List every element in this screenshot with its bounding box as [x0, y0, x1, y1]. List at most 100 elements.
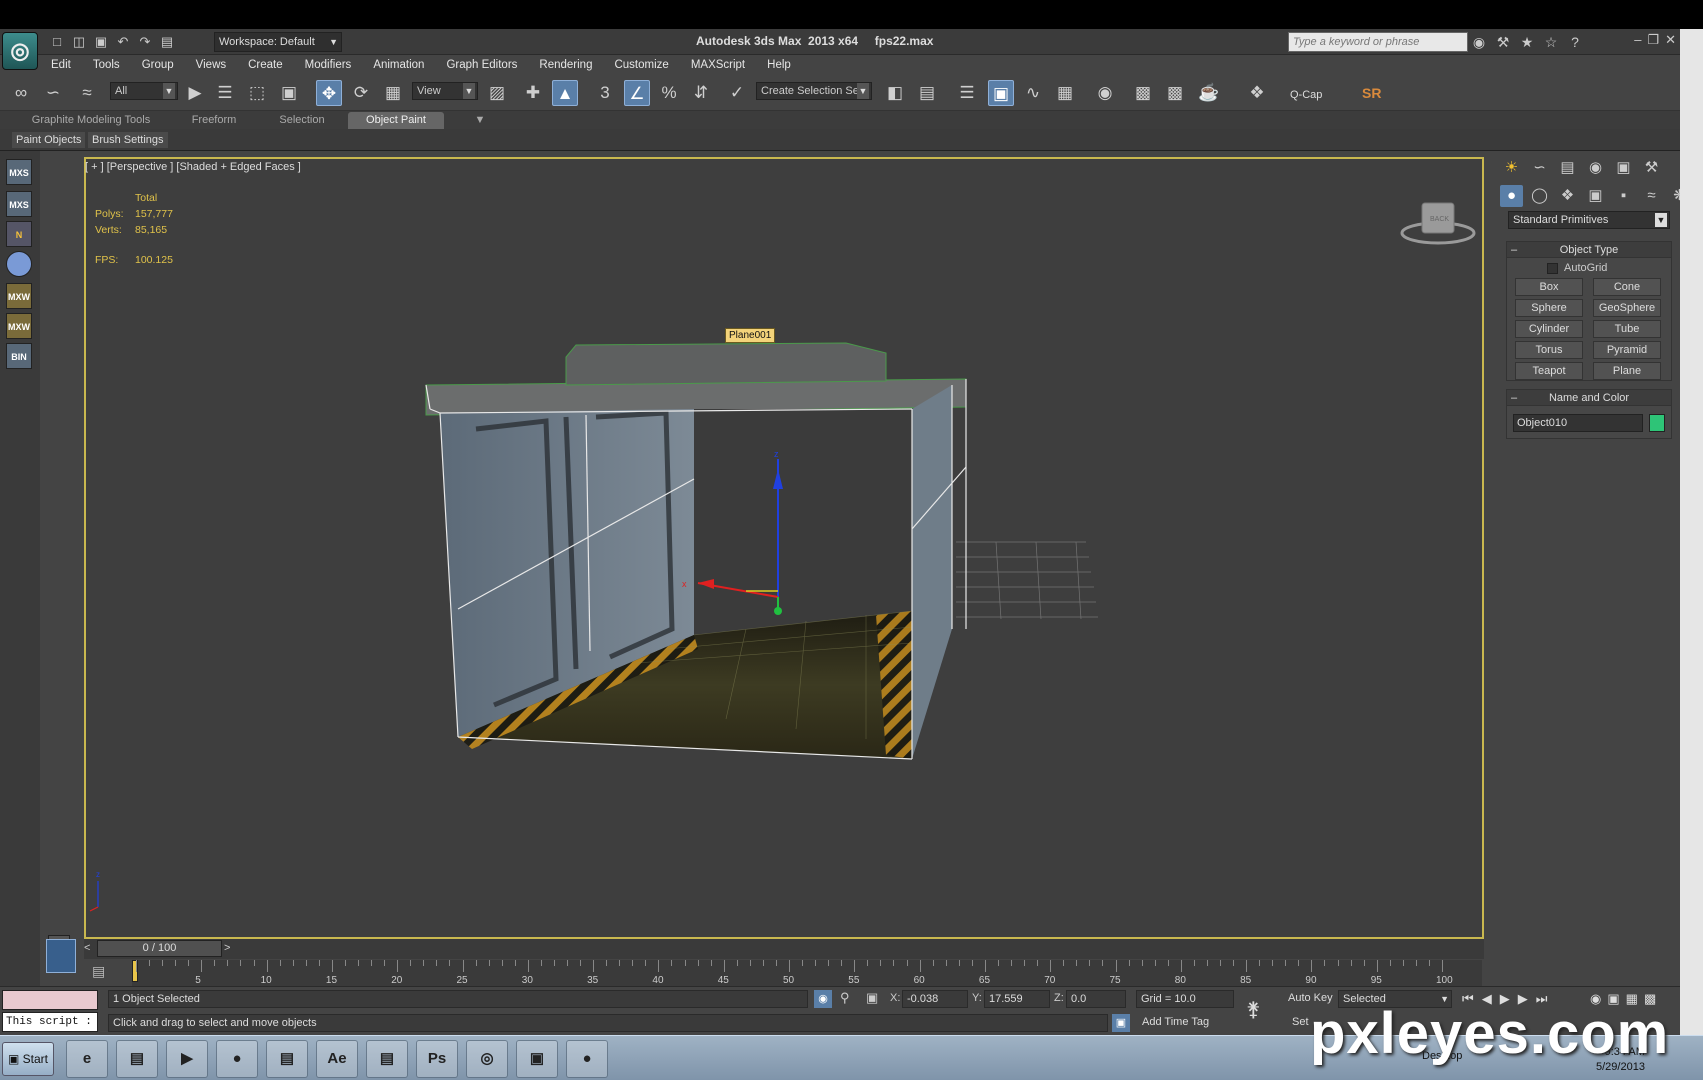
bin-tool-icon[interactable]: BIN — [6, 343, 32, 369]
select-and-rotate-icon[interactable]: ⟳ — [348, 80, 374, 106]
y-coord-input[interactable]: 17.559 — [984, 990, 1050, 1008]
save-icon[interactable]: ▣ — [92, 33, 110, 51]
reference-coordinate-dropdown[interactable]: View ▼ — [412, 82, 478, 100]
ribbon-options-icon[interactable]: ▼ — [466, 112, 494, 129]
geosphere-button[interactable]: GeoSphere — [1593, 299, 1661, 317]
project-folder-icon[interactable]: ▤ — [158, 33, 176, 51]
unlink-icon[interactable]: ∽ — [40, 80, 66, 106]
timeline-ruler[interactable]: 5 10 15 20 25 30 35 40 45 50 55 60 65 70 75 80 85 90 95 100 — [132, 960, 1482, 988]
geometry-icon[interactable]: ● — [1500, 185, 1523, 207]
plugin-icon[interactable]: ❖ — [1244, 80, 1270, 106]
bind-space-warp-icon[interactable]: ≈ — [74, 80, 100, 106]
edit-named-selection-icon[interactable]: ✓ — [724, 80, 750, 106]
minimize-icon[interactable]: – — [1634, 32, 1641, 48]
binoculars-icon[interactable]: ◉ — [1470, 33, 1488, 51]
percent-snap-icon[interactable]: % — [656, 80, 682, 106]
time-tag-icon[interactable]: ▣ — [1112, 1014, 1130, 1032]
window-crossing-icon[interactable]: ▣ — [276, 80, 302, 106]
set-key-button[interactable]: Set — [1292, 1016, 1309, 1028]
teapot-button[interactable]: Teapot — [1515, 362, 1583, 380]
tube-button[interactable]: Tube — [1593, 320, 1661, 338]
space-warps-icon[interactable]: ≈ — [1640, 185, 1663, 207]
display-panel-icon[interactable]: ▣ — [1612, 157, 1635, 179]
taskbar-app-notes[interactable]: ▤ — [266, 1040, 308, 1078]
menu-help[interactable]: Help — [756, 55, 802, 75]
app-logo-button[interactable]: ◎ — [2, 32, 38, 70]
mxw-tool-2-icon[interactable]: MXW — [6, 313, 32, 339]
keyboard-shortcut-override-icon[interactable]: ▲ — [552, 80, 578, 106]
set-key-icon[interactable]: ⚵ — [1246, 997, 1261, 1022]
paint-objects-panel[interactable]: Paint Objects — [12, 132, 86, 148]
pivot-center-icon[interactable]: ▨ — [484, 80, 510, 106]
taskbar-app-remote[interactable]: ▣ — [516, 1040, 558, 1078]
cone-button[interactable]: Cone — [1593, 278, 1661, 296]
box-button[interactable]: Box — [1515, 278, 1583, 296]
cylinder-button[interactable]: Cylinder — [1515, 320, 1583, 338]
tab-freeform[interactable]: Freeform — [176, 112, 252, 129]
tools-icon[interactable]: ⚒ — [1494, 33, 1512, 51]
lights-icon[interactable]: ❖ — [1556, 185, 1579, 207]
snaps-toggle-icon[interactable]: 3 — [592, 80, 618, 106]
layer-manager-icon[interactable]: ☰ — [954, 80, 980, 106]
select-and-scale-icon[interactable]: ▦ — [380, 80, 406, 106]
isolate-selection-icon[interactable]: ◉ — [814, 990, 832, 1008]
tab-selection[interactable]: Selection — [264, 112, 340, 129]
x-coord-input[interactable]: -0.038 — [902, 990, 968, 1008]
torus-button[interactable]: Torus — [1515, 341, 1583, 359]
taskbar-app-firefox[interactable]: ● — [216, 1040, 258, 1078]
script-input[interactable]: This script : — [2, 1012, 98, 1032]
restore-icon[interactable]: ❐ — [1647, 32, 1659, 48]
time-slider[interactable]: 0 / 100 — [97, 940, 222, 957]
hierarchy-panel-icon[interactable]: ▤ — [1556, 157, 1579, 179]
sphere-button[interactable]: Sphere — [1515, 299, 1583, 317]
utilities-panel-icon[interactable]: ⚒ — [1640, 157, 1663, 179]
motion-panel-icon[interactable]: ◉ — [1584, 157, 1607, 179]
tab-graphite-modeling-tools[interactable]: Graphite Modeling Tools — [26, 112, 156, 129]
mini-curve-editor-icon[interactable] — [46, 939, 76, 973]
named-selection-set-dropdown[interactable]: Create Selection Se ▼ — [756, 82, 872, 100]
spinner-snap-icon[interactable]: ⇵ — [688, 80, 714, 106]
name-color-header[interactable]: – Name and Color — [1507, 390, 1671, 406]
redo-icon[interactable]: ↷ — [136, 33, 154, 51]
time-cursor[interactable] — [132, 960, 138, 982]
curve-editor-icon[interactable]: ∿ — [1020, 80, 1046, 106]
modify-panel-icon[interactable]: ∽ — [1528, 157, 1551, 179]
q-cap-button[interactable]: Q-Cap — [1290, 89, 1322, 101]
n-tool-icon[interactable]: N — [6, 221, 32, 247]
tab-object-paint[interactable]: Object Paint — [348, 112, 444, 129]
menu-customize[interactable]: Customize — [603, 55, 679, 75]
taskbar-app-media-player[interactable]: ▶ — [166, 1040, 208, 1078]
menu-views[interactable]: Views — [185, 55, 237, 75]
menu-animation[interactable]: Animation — [362, 55, 435, 75]
key-filter-icon[interactable]: ▤ — [92, 963, 105, 980]
cameras-icon[interactable]: ▣ — [1584, 185, 1607, 207]
perspective-viewport[interactable]: z x z BACK — [84, 157, 1484, 939]
link-icon[interactable]: ∞ — [8, 80, 34, 106]
select-manipulate-icon[interactable]: ✚ — [520, 80, 546, 106]
select-object-icon[interactable]: ▶ — [182, 80, 208, 106]
start-button[interactable]: ▣ Start — [2, 1042, 54, 1076]
material-editor-icon[interactable]: ◉ — [1092, 80, 1118, 106]
category-dropdown[interactable]: Standard Primitives ▼ — [1508, 211, 1670, 229]
render-setup-icon[interactable]: ▩ — [1130, 80, 1156, 106]
object-color-swatch[interactable] — [1649, 414, 1665, 432]
taskbar-app-3ds-max[interactable]: ◎ — [466, 1040, 508, 1078]
schematic-view-icon[interactable]: ▦ — [1052, 80, 1078, 106]
taskbar-app-video[interactable]: ▤ — [366, 1040, 408, 1078]
render-production-icon[interactable]: ☕ — [1196, 80, 1222, 106]
autogrid-checkbox[interactable] — [1547, 262, 1558, 274]
menu-maxscript[interactable]: MAXScript — [680, 55, 756, 75]
create-panel-icon[interactable]: ☀ — [1500, 157, 1523, 179]
select-by-name-icon[interactable]: ☰ — [212, 80, 238, 106]
time-prev-icon[interactable]: < — [84, 942, 90, 954]
favorites-icon[interactable]: ☆ — [1542, 33, 1560, 51]
taskbar-app-browser[interactable]: ● — [566, 1040, 608, 1078]
workspace-dropdown[interactable]: Workspace: Default ▼ — [214, 32, 342, 52]
brush-settings-panel[interactable]: Brush Settings — [88, 132, 168, 148]
selection-filter-dropdown[interactable]: All ▼ — [110, 82, 178, 100]
align-icon[interactable]: ▤ — [914, 80, 940, 106]
taskbar-app-after-effects[interactable]: Ae — [316, 1040, 358, 1078]
object-name-input[interactable]: Object010 — [1513, 414, 1643, 432]
time-next-icon[interactable]: > — [224, 942, 230, 954]
sr-button[interactable]: SR — [1362, 85, 1381, 101]
